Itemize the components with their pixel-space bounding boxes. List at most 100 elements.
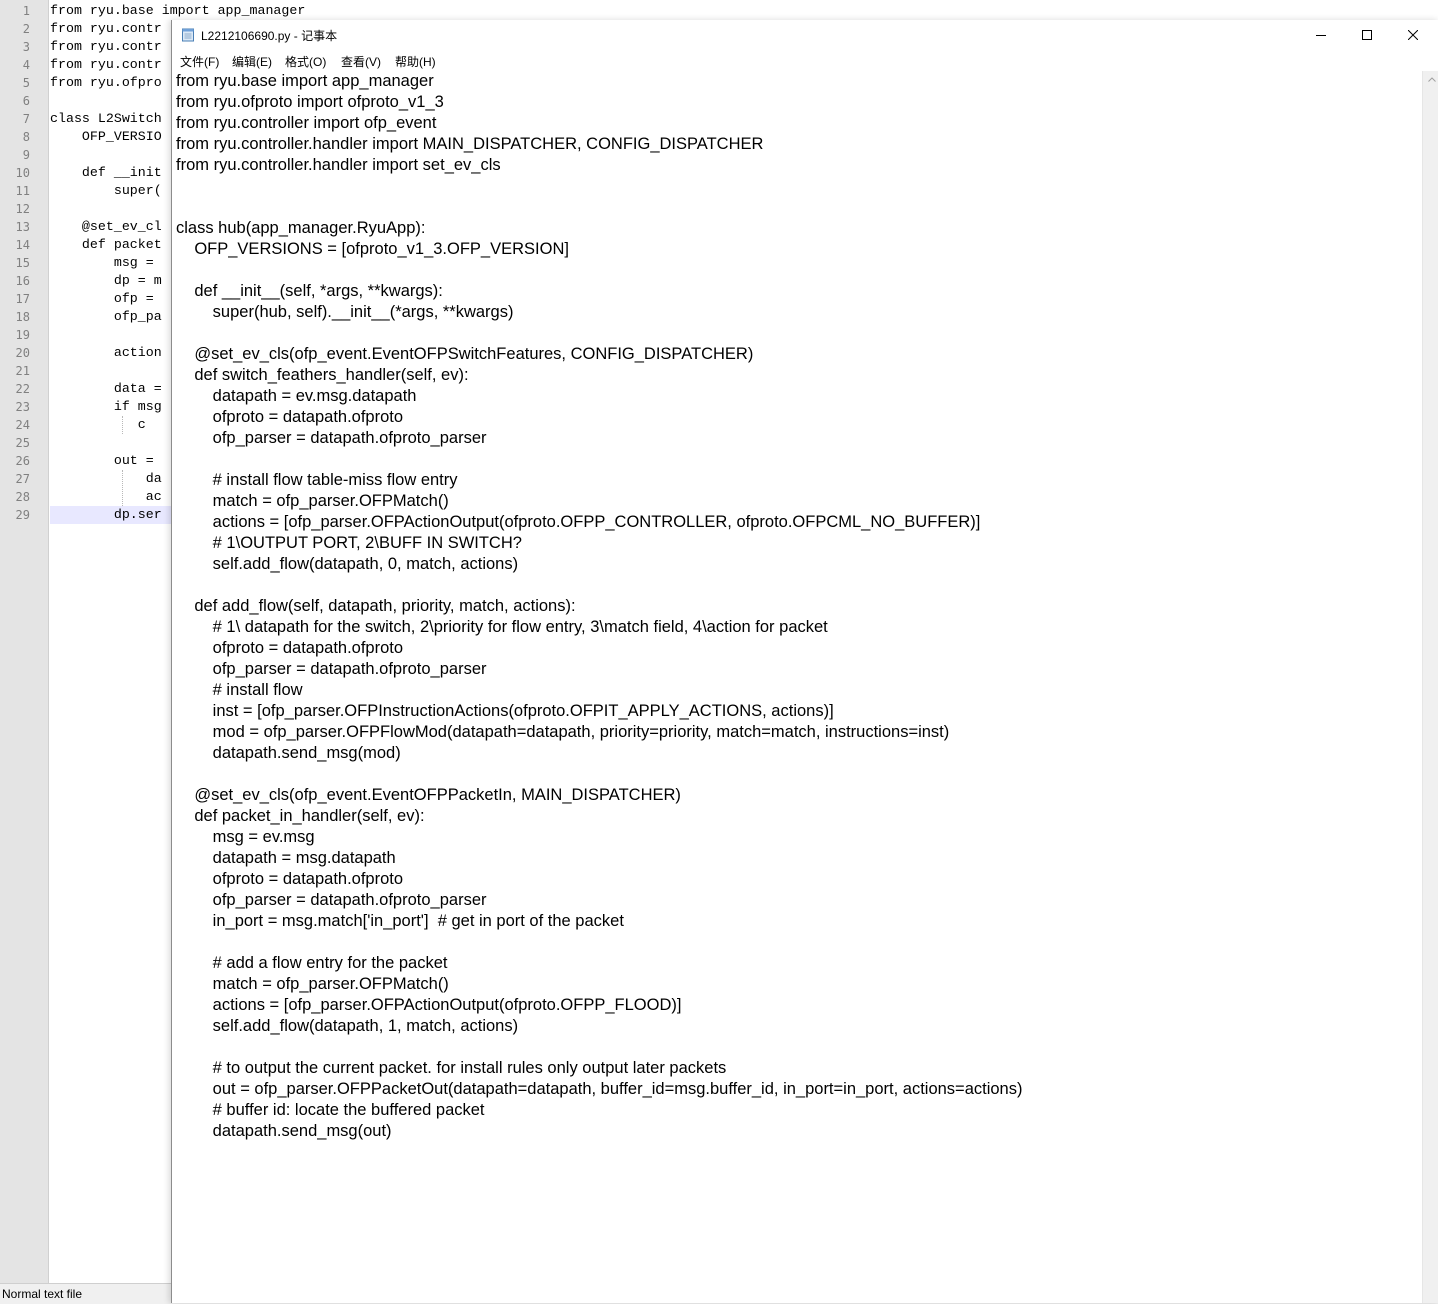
indent-guide: [122, 416, 123, 434]
line-number: 11: [15, 184, 30, 198]
text-line: # install flow: [176, 681, 303, 699]
line-number: 9: [22, 148, 30, 162]
text-line: datapath = ev.msg.datapath: [176, 387, 417, 405]
menu-help[interactable]: 帮助(H): [395, 53, 436, 70]
text-line: from ryu.controller.handler import set_e…: [176, 156, 501, 174]
text-line: def switch_feathers_handler(self, ev):: [176, 366, 469, 384]
code-line: ac: [50, 489, 162, 504]
text-line: datapath.send_msg(mod): [176, 744, 401, 762]
line-number: 20: [15, 346, 30, 360]
code-line: from ryu.contr: [50, 39, 162, 54]
code-line: class L2Switch: [50, 111, 162, 126]
text-line: ofp_parser = datapath.ofproto_parser: [176, 660, 487, 678]
text-line: actions = [ofp_parser.OFPActionOutput(of…: [176, 513, 981, 531]
text-line: match = ofp_parser.OFPMatch(): [176, 975, 449, 993]
vertical-scrollbar[interactable]: [1422, 71, 1438, 1303]
text-line: ofproto = datapath.ofproto: [176, 870, 404, 888]
code-line: c: [50, 417, 146, 432]
text-line: msg = ev.msg: [176, 828, 315, 846]
menu-format[interactable]: 格式(O): [285, 53, 326, 70]
notepad-window: L2212106690.py - 记事本 文件(F) 编辑(E) 格式(O) 查…: [171, 20, 1438, 1303]
menu-edit[interactable]: 编辑(E): [232, 53, 272, 70]
line-number: 3: [22, 40, 30, 54]
line-number: 23: [15, 400, 30, 414]
code-line: @set_ev_cl: [50, 219, 162, 234]
text-line: ofproto = datapath.ofproto: [176, 639, 404, 657]
text-line: from ryu.controller import ofp_event: [176, 114, 437, 132]
menu-file[interactable]: 文件(F): [180, 53, 219, 70]
code-line: super(: [50, 183, 162, 198]
line-number: 28: [15, 490, 30, 504]
text-line: datapath.send_msg(out): [176, 1122, 392, 1140]
text-line: ofp_parser = datapath.ofproto_parser: [176, 429, 487, 447]
text-line: from ryu.controller.handler import MAIN_…: [176, 135, 764, 153]
code-line: def __init: [50, 165, 162, 180]
text-line: # install flow table-miss flow entry: [176, 471, 458, 489]
title-bar[interactable]: L2212106690.py - 记事本: [172, 20, 1438, 50]
line-number: 5: [22, 76, 30, 90]
text-line: def __init__(self, *args, **kwargs):: [176, 282, 443, 300]
text-line: # add a flow entry for the packet: [176, 954, 448, 972]
text-line: ofproto = datapath.ofproto: [176, 408, 404, 426]
text-line: from ryu.base import app_manager: [176, 72, 434, 90]
line-number: 18: [15, 310, 30, 324]
minimize-button[interactable]: [1298, 20, 1344, 50]
text-line: class hub(app_manager.RyuApp):: [176, 219, 426, 237]
scroll-up-button[interactable]: [1423, 71, 1438, 88]
line-number: 6: [22, 94, 30, 108]
code-line: dp = m: [50, 273, 162, 288]
code-line: da: [50, 471, 162, 486]
line-number: 13: [15, 220, 30, 234]
text-line: datapath = msg.datapath: [176, 849, 396, 867]
line-number: 8: [22, 130, 30, 144]
code-line: data =: [50, 381, 162, 396]
text-line: inst = [ofp_parser.OFPInstructionActions…: [176, 702, 834, 720]
line-number: 27: [15, 472, 30, 486]
close-button[interactable]: [1390, 20, 1436, 50]
menu-view[interactable]: 查看(V): [341, 53, 381, 70]
menu-bar: 文件(F) 编辑(E) 格式(O) 查看(V) 帮助(H): [172, 50, 1438, 70]
code-line: def packet: [50, 237, 162, 252]
code-line: out =: [50, 453, 162, 468]
text-line: in_port = msg.match['in_port'] # get in …: [176, 912, 624, 930]
code-line: from ryu.ofpro: [50, 75, 162, 90]
text-line: from ryu.ofproto import ofproto_v1_3: [176, 93, 444, 111]
line-number: 1: [22, 4, 30, 18]
indent-guide: [122, 470, 123, 506]
line-number-gutter: 1 2 3 4 5 6 7 8 9 10 11 12 13 14 15 16 17 18 19 20 21 22 23 24 2…: [0, 0, 49, 1283]
line-number: 15: [15, 256, 30, 270]
text-line: # to output the current packet. for inst…: [176, 1059, 727, 1077]
code-line: OFP_VERSIO: [50, 129, 162, 144]
line-number: 24: [15, 418, 30, 432]
minimize-icon: [1316, 35, 1326, 36]
text-line: self.add_flow(datapath, 1, match, action…: [176, 1017, 519, 1035]
code-line: from ryu.contr: [50, 21, 162, 36]
text-line: super(hub, self).__init__(*args, **kwarg…: [176, 303, 514, 321]
maximize-button[interactable]: [1344, 20, 1390, 50]
code-line: action: [50, 345, 162, 360]
line-number: 21: [15, 364, 30, 378]
line-number: 25: [15, 436, 30, 450]
line-number: 26: [15, 454, 30, 468]
code-line: dp.ser: [50, 507, 162, 522]
notepad-text-area[interactable]: from ryu.base import app_managerfrom ryu…: [172, 71, 1422, 1303]
line-number: 4: [22, 58, 30, 72]
close-icon: [1408, 30, 1418, 40]
text-line: self.add_flow(datapath, 0, match, action…: [176, 555, 519, 573]
code-line: msg =: [50, 255, 162, 270]
text-line: @set_ev_cls(ofp_event.EventOFPPacketIn, …: [176, 786, 681, 804]
line-number: 29: [15, 508, 30, 522]
code-line: ofp_pa: [50, 309, 162, 324]
line-number: 16: [15, 274, 30, 288]
text-line: out = ofp_parser.OFPPacketOut(datapath=d…: [176, 1080, 1023, 1098]
text-line: def add_flow(self, datapath, priority, m…: [176, 597, 576, 615]
chevron-up-icon: [1427, 77, 1436, 82]
line-number: 7: [22, 112, 30, 126]
text-line: def packet_in_handler(self, ev):: [176, 807, 425, 825]
line-number: 17: [15, 292, 30, 306]
line-number: 2: [22, 22, 30, 36]
line-number: 12: [15, 202, 30, 216]
maximize-icon: [1362, 30, 1372, 40]
text-line: actions = [ofp_parser.OFPActionOutput(of…: [176, 996, 682, 1014]
text-line: ofp_parser = datapath.ofproto_parser: [176, 891, 487, 909]
